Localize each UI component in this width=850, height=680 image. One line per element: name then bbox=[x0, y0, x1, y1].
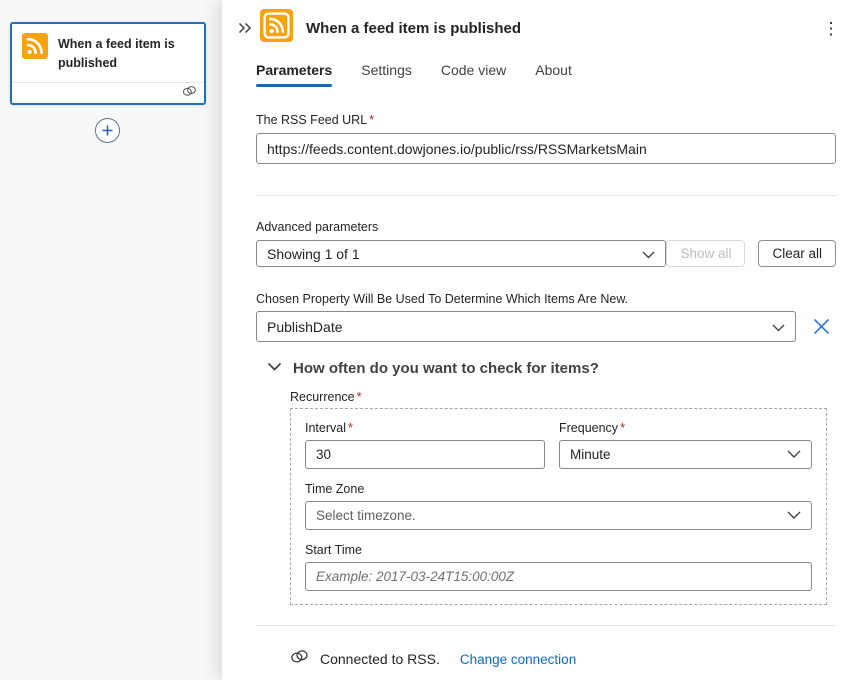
tab-code-view[interactable]: Code view bbox=[441, 62, 506, 87]
show-all-button[interactable]: Show all bbox=[666, 240, 745, 267]
advanced-parameters-dropdown-value: Showing 1 of 1 bbox=[267, 246, 360, 262]
trigger-card-footer bbox=[12, 82, 204, 103]
feed-url-input[interactable] bbox=[256, 133, 836, 164]
tab-settings[interactable]: Settings bbox=[361, 62, 412, 87]
collapse-panel-icon[interactable] bbox=[235, 18, 255, 38]
advanced-parameters-label: Advanced parameters bbox=[256, 220, 836, 234]
frequency-dropdown[interactable]: Minute bbox=[559, 440, 812, 469]
chevron-down-icon bbox=[267, 359, 282, 377]
chevron-down-icon bbox=[642, 246, 655, 262]
start-time-label: Start Time bbox=[305, 543, 812, 557]
required-mark: * bbox=[357, 390, 362, 404]
recurrence-section-title: How often do you want to check for items… bbox=[293, 360, 599, 377]
rss-icon bbox=[22, 33, 48, 64]
section-divider bbox=[256, 195, 836, 196]
connection-status-text: Connected to RSS. bbox=[320, 651, 440, 667]
connection-icon bbox=[182, 84, 197, 102]
interval-input[interactable] bbox=[305, 440, 545, 469]
start-time-input[interactable] bbox=[305, 562, 812, 591]
tab-parameters[interactable]: Parameters bbox=[256, 62, 332, 87]
panel-title: When a feed item is published bbox=[306, 20, 521, 37]
connection-icon bbox=[290, 649, 309, 669]
workflow-canvas: When a feed item is published bbox=[0, 0, 222, 680]
feed-url-label: The RSS Feed URL* bbox=[256, 113, 836, 127]
connection-footer: Connected to RSS. Change connection bbox=[290, 649, 822, 669]
panel-header: When a feed item is published ⋮ bbox=[222, 0, 850, 45]
advanced-parameters-row: Showing 1 of 1 Show all Clear all bbox=[256, 240, 836, 267]
add-step-button[interactable] bbox=[95, 118, 120, 143]
parameters-content: The RSS Feed URL* Advanced parameters Sh… bbox=[222, 87, 850, 680]
timezone-placeholder: Select timezone. bbox=[316, 508, 416, 523]
timezone-dropdown[interactable]: Select timezone. bbox=[305, 501, 812, 530]
rss-icon bbox=[260, 9, 293, 47]
frequency-dropdown-value: Minute bbox=[570, 447, 611, 462]
clear-all-button[interactable]: Clear all bbox=[758, 240, 836, 267]
chevron-down-icon bbox=[772, 319, 785, 335]
chosen-property-dropdown-value: PublishDate bbox=[267, 319, 343, 335]
trigger-card-title: When a feed item is published bbox=[58, 33, 196, 74]
trigger-card-body: When a feed item is published bbox=[12, 24, 204, 82]
tab-about[interactable]: About bbox=[535, 62, 572, 87]
trigger-settings-panel: When a feed item is published ⋮ Paramete… bbox=[222, 0, 850, 680]
chosen-property-row: PublishDate bbox=[256, 311, 836, 342]
chosen-property-label: Chosen Property Will Be Used To Determin… bbox=[256, 292, 836, 306]
interval-frequency-row: Interval* Frequency* Minute bbox=[305, 421, 812, 469]
chosen-property-dropdown[interactable]: PublishDate bbox=[256, 311, 796, 342]
remove-parameter-icon[interactable] bbox=[810, 316, 832, 338]
more-options-icon[interactable]: ⋮ bbox=[820, 20, 842, 37]
required-mark: * bbox=[348, 421, 353, 435]
chevron-down-icon bbox=[787, 508, 801, 523]
recurrence-label: Recurrence* bbox=[290, 390, 836, 404]
required-mark: * bbox=[369, 113, 374, 127]
frequency-label: Frequency* bbox=[559, 421, 812, 435]
required-mark: * bbox=[620, 421, 625, 435]
chevron-down-icon bbox=[787, 447, 801, 462]
change-connection-link[interactable]: Change connection bbox=[460, 652, 576, 667]
advanced-parameters-dropdown[interactable]: Showing 1 of 1 bbox=[256, 240, 666, 267]
interval-label: Interval* bbox=[305, 421, 545, 435]
timezone-label: Time Zone bbox=[305, 482, 812, 496]
footer-divider bbox=[256, 625, 836, 626]
recurrence-section-toggle[interactable]: How often do you want to check for items… bbox=[256, 359, 836, 377]
tab-bar: Parameters Settings Code view About bbox=[256, 62, 836, 87]
trigger-card[interactable]: When a feed item is published bbox=[10, 22, 206, 105]
recurrence-editor: Interval* Frequency* Minute Time Zone Se… bbox=[290, 408, 827, 605]
